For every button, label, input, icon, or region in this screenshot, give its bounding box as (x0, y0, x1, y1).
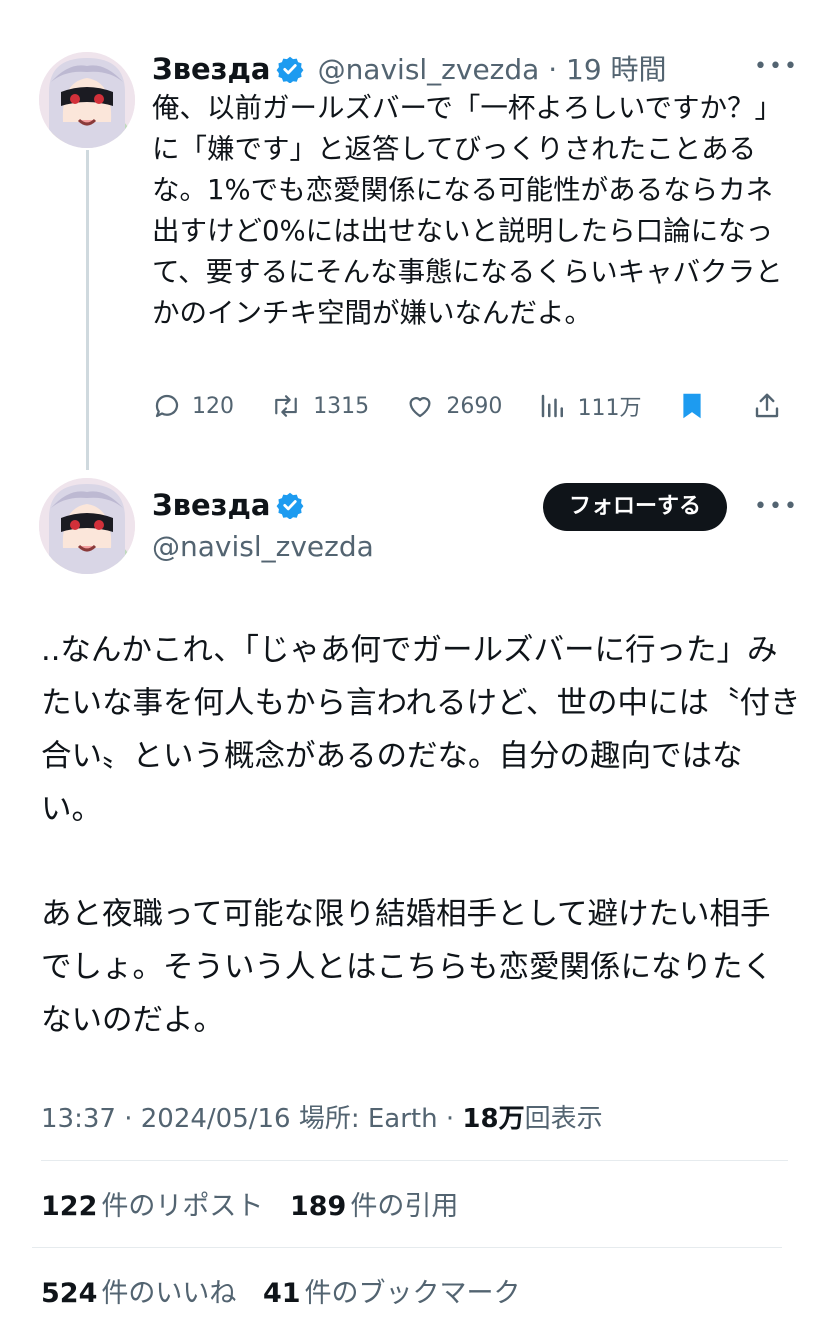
share-button[interactable] (752, 391, 792, 421)
reply-bubble-icon (155, 394, 179, 418)
bookmark-count-bold: 41 (262, 1278, 301, 1309)
likes-link[interactable]: 524 件のいいね (41, 1278, 236, 1309)
views-count-bold: 18万 (462, 1104, 525, 1134)
verified-badge-icon (277, 56, 304, 83)
bar-chart-icon (541, 394, 563, 418)
more-dots-icon: ••• (754, 54, 799, 79)
quoted-time[interactable]: 19 時間 (566, 53, 667, 86)
like-button[interactable]: 2690 (404, 391, 502, 421)
repost-count-bold: 122 (41, 1191, 98, 1222)
repost-quote-stats: 122 件のリポスト 189 件の引用 (41, 1184, 458, 1223)
main-tweet-paragraph-2: あと夜職って可能な限り結婚相手として避けたい相手でしょ。そういう人とはこちらも恋… (41, 897, 773, 1038)
bookmark-button[interactable] (677, 390, 717, 422)
more-dots-icon: ••• (754, 494, 799, 519)
divider-top (41, 1160, 788, 1161)
quoted-tweet-text: 俺、以前ガールズバーで「一杯よろしいですか？」に「嫌です」と返答してびっくりされ… (152, 92, 783, 329)
quote-count-bold: 189 (289, 1191, 347, 1222)
main-more-button[interactable]: ••• (754, 494, 799, 519)
divider-middle (32, 1247, 782, 1248)
like-bookmark-stats: 524 件のいいね 41 件のブックマーク (41, 1271, 521, 1310)
verified-badge-icon (277, 492, 304, 519)
reply-button[interactable]: 120 (152, 391, 234, 421)
heart-icon (409, 397, 431, 418)
bookmark-filled-icon (683, 393, 701, 419)
views-label: 回表示 (524, 1104, 603, 1134)
tweet-location: 場所: Earth (298, 1104, 438, 1134)
share-upload-icon (755, 393, 779, 418)
tweet-meta-row: 13:37 · 2024/05/16 場所: Earth · 18万回表示 (41, 1104, 603, 1134)
bookmarks-link[interactable]: 41 件のブックマーク (263, 1278, 521, 1309)
quoted-handle[interactable]: @navisl_zvezda (318, 53, 540, 86)
repost-label: 件のリポスト (101, 1191, 264, 1222)
quotes-link[interactable]: 189 件の引用 (290, 1191, 458, 1222)
quoted-more-button[interactable]: ••• (754, 54, 799, 79)
views-button[interactable]: 111万 (538, 390, 642, 422)
follow-button[interactable]: フォローする (543, 483, 728, 531)
reposts-link[interactable]: 122 件のリポスト (41, 1191, 263, 1222)
main-author-name-row: Звезда (152, 488, 304, 522)
like-count-bold: 524 (41, 1278, 98, 1309)
quoted-header: Звезда @navisl_zvezda · 19 時間 (152, 52, 667, 86)
repost-button[interactable]: 1315 (269, 391, 369, 421)
like-label: 件のいいね (101, 1278, 237, 1309)
avatar-image (39, 478, 135, 574)
quoted-action-bar: 120 1315 2690 111万 (152, 390, 792, 422)
thread-connector-line (86, 150, 89, 470)
main-tweet-paragraph-1: ..なんかこれ、「じゃあ何でガールズバーに行った」みたいな事を何人もから言われる… (41, 633, 801, 827)
main-display-name[interactable]: Звезда (152, 488, 270, 522)
repost-arrows-icon (275, 395, 297, 417)
like-count: 2690 (446, 393, 503, 419)
avatar-image (39, 52, 135, 148)
bookmark-label: 件のブックマーク (304, 1278, 521, 1309)
quoted-avatar[interactable] (39, 52, 135, 148)
repost-count: 1315 (313, 393, 370, 419)
main-avatar[interactable] (39, 478, 135, 574)
tweet-time[interactable]: 13:37 (41, 1104, 116, 1134)
views-count: 111万 (577, 396, 642, 421)
reply-count: 120 (192, 393, 234, 419)
tweet-date[interactable]: 2024/05/16 (141, 1104, 291, 1134)
quote-label: 件の引用 (350, 1191, 459, 1222)
main-handle[interactable]: @navisl_zvezda (152, 530, 374, 563)
quoted-display-name[interactable]: Звезда (152, 52, 270, 86)
